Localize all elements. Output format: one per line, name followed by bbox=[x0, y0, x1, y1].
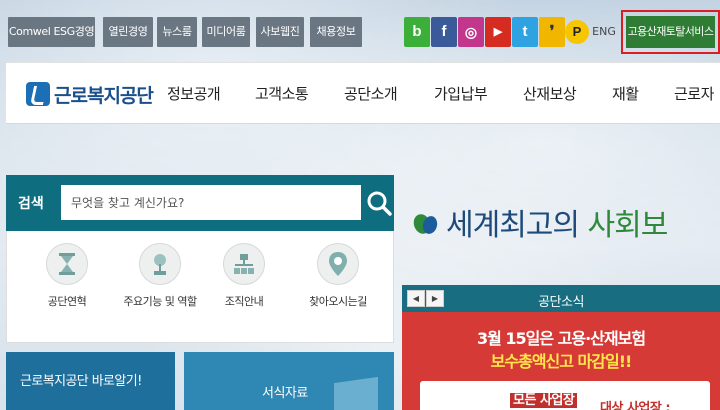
english-link[interactable]: ENG bbox=[589, 17, 619, 47]
news-target-box: 대상 사업장 : 모든 사업장 bbox=[420, 381, 710, 410]
org-chart-icon bbox=[223, 243, 265, 285]
logo[interactable]: 근로복지공단 bbox=[26, 80, 154, 108]
quick-link-organization[interactable]: 조직안내 bbox=[204, 243, 284, 309]
search-panel: 검색 bbox=[6, 175, 394, 231]
nav-item-info-disclosure[interactable]: 정보공개 bbox=[167, 83, 221, 104]
news-target-label: 대상 사업장 : bbox=[600, 401, 671, 410]
quick-links: 공단연혁 주요기능 및 역할 조직안내 찾아오시는길 bbox=[6, 231, 394, 343]
util-link-newsroom[interactable]: 뉴스룸 bbox=[157, 17, 197, 47]
forms-banner-label: 서식자료 bbox=[262, 386, 308, 401]
util-link-open-management[interactable]: 열린경영 bbox=[103, 17, 153, 47]
news-subheadline[interactable]: 보수총액신고 마감일!! bbox=[402, 348, 720, 372]
util-link-mediaroom[interactable]: 미디어룸 bbox=[202, 17, 250, 47]
quick-link-directions[interactable]: 찾아오시는길 bbox=[298, 243, 378, 309]
kakao-pay-icon[interactable]: P bbox=[564, 17, 590, 47]
about-banner-label: 근로복지공단 바로알기! bbox=[20, 374, 142, 389]
kakao-pay-glyph: P bbox=[565, 20, 589, 44]
news-headline[interactable]: 3월 15일은 고용·산재보험 bbox=[402, 325, 720, 349]
news-title: 공단소식 bbox=[538, 295, 584, 310]
nav-item-customer[interactable]: 고객소통 bbox=[255, 83, 309, 104]
news-next-button[interactable]: ▶ bbox=[426, 290, 444, 307]
quick-link-roles[interactable]: 주요기능 및 역할 bbox=[120, 243, 200, 309]
plant-icon bbox=[139, 243, 181, 285]
leaf-icon bbox=[413, 214, 438, 234]
hero-text-part2: 사회보 bbox=[587, 208, 669, 243]
nav-item-compensation[interactable]: 산재보상 bbox=[523, 83, 577, 104]
logo-text: 근로복지공단 bbox=[54, 84, 154, 107]
news-target-value: 모든 사업장 bbox=[510, 393, 578, 408]
location-pin-icon bbox=[317, 243, 359, 285]
facebook-icon[interactable]: f bbox=[431, 17, 457, 47]
document-icon bbox=[334, 376, 378, 410]
quick-link-label: 조직안내 bbox=[224, 295, 264, 308]
search-icon[interactable] bbox=[366, 190, 392, 216]
nav-item-worker[interactable]: 근로자 bbox=[674, 83, 714, 104]
news-arrows: ◀ ▶ bbox=[407, 290, 445, 307]
news-target-text: 대상 사업장 : 모든 사업장 bbox=[510, 389, 671, 410]
news-panel: 공단소식 ◀ ▶ 3월 15일은 고용·산재보험 보수총액신고 마감일!! 대상… bbox=[402, 285, 720, 410]
news-prev-button[interactable]: ◀ bbox=[407, 290, 425, 307]
quick-link-history[interactable]: 공단연혁 bbox=[27, 243, 107, 309]
logo-mark-icon bbox=[26, 82, 50, 106]
main-navigation: 근로복지공단 정보공개 고객소통 공단소개 가입납부 산재보상 재활 근로자 bbox=[6, 62, 720, 124]
about-banner[interactable]: 근로복지공단 바로알기! bbox=[6, 352, 175, 410]
quick-link-label: 공단연혁 bbox=[47, 295, 87, 308]
hero-text: 세계최고의 사회보 bbox=[446, 200, 669, 244]
util-link-esg[interactable]: Comwel ESG경영 bbox=[8, 17, 95, 47]
twitter-icon[interactable]: t bbox=[512, 17, 538, 47]
nav-item-rehab[interactable]: 재활 bbox=[612, 83, 639, 104]
quick-link-label: 주요기능 및 역할 bbox=[123, 295, 197, 308]
utility-bar: Comwel ESG경영 열린경영 뉴스룸 미디어룸 사보웹진 채용정보 b f… bbox=[0, 0, 720, 62]
nav-item-about[interactable]: 공단소개 bbox=[344, 83, 398, 104]
util-link-webzine[interactable]: 사보웹진 bbox=[256, 17, 304, 47]
blog-icon[interactable]: b bbox=[404, 17, 430, 47]
hero-slogan: 세계최고의 사회보 bbox=[410, 197, 669, 247]
nav-item-subscription[interactable]: 가입납부 bbox=[434, 83, 488, 104]
instagram-icon[interactable]: ◎ bbox=[458, 17, 484, 47]
search-label: 검색 bbox=[18, 196, 44, 212]
total-service-label: 고용산재토탈서비스 bbox=[626, 16, 715, 48]
total-service-button[interactable]: 고용산재토탈서비스 bbox=[621, 10, 720, 54]
quick-link-label: 찾아오시는길 bbox=[309, 295, 367, 308]
search-input[interactable] bbox=[61, 185, 361, 220]
hero-text-part1: 세계최고의 bbox=[446, 208, 588, 243]
util-link-recruit[interactable]: 채용정보 bbox=[310, 17, 362, 47]
hourglass-icon bbox=[46, 243, 88, 285]
forms-banner[interactable]: 서식자료 bbox=[184, 352, 394, 410]
kakaostory-icon[interactable]: ❜ bbox=[539, 17, 565, 47]
news-header: 공단소식 ◀ ▶ bbox=[402, 285, 720, 312]
youtube-icon[interactable]: ▶ bbox=[485, 17, 511, 47]
